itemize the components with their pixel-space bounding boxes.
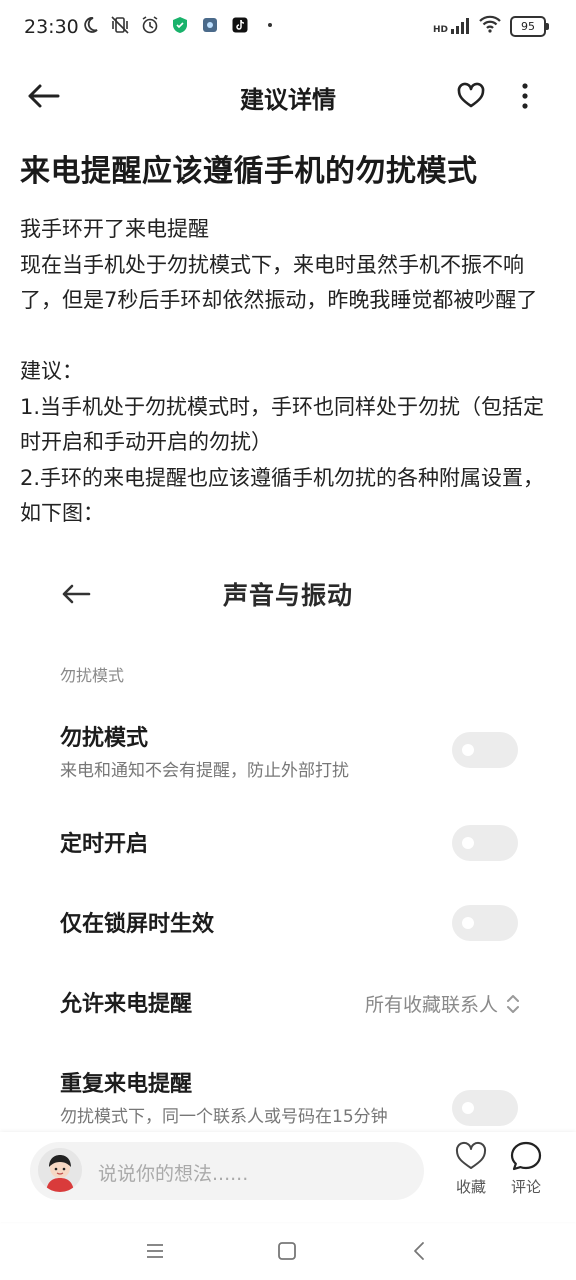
comment-label: 评论 [510,1178,541,1196]
status-right: HD 95 [433,14,549,38]
setting-title: 重复来电提醒 [60,1072,193,1097]
alarm-icon [140,15,160,35]
setting-subtitle: 勿扰模式下，同一个联系人或号码在15分钟 [60,1107,388,1127]
status-bar: 23:30 HD 95 [0,0,576,56]
bottom-bar: 说说你的想法...... 收藏 评论 [0,1132,576,1222]
favorite-action-button[interactable]: 收藏 [446,1140,496,1197]
shield-app-icon [170,15,190,35]
recent-apps-button[interactable] [138,1234,172,1268]
setting-row-allow-calls: 允许来电提醒 所有收藏联系人 [60,986,520,1018]
setting-title: 勿扰模式 [60,726,149,751]
embedded-title: 声音与振动 [222,581,353,610]
nav-back-button[interactable] [402,1234,436,1268]
status-time: 23:30 [24,16,79,38]
more-button[interactable] [510,76,540,116]
setting-title: 定时开启 [60,832,149,857]
setting-row-lockscreen: 仅在锁屏时生效 [60,905,520,941]
network-label: HD [432,25,448,35]
paragraph: 现在当手机处于勿扰模式下，来电时虽然手机不振不响了，但是7秒后手环却依然振动，昨… [20,252,538,313]
vibrate-off-icon [110,15,130,35]
dot-icon [260,15,280,35]
setting-value: 所有收藏联系人 [365,990,520,1017]
menu-icon [147,1244,163,1258]
setting-row-dnd: 勿扰模式 来电和通知不会有提醒，防止外部打扰 [60,720,520,781]
tiktok-icon [230,15,250,35]
system-nav-bar [0,1222,576,1280]
chat-bubble-icon [510,1141,542,1171]
comment-action-button[interactable]: 评论 [501,1140,551,1197]
setting-row-schedule: 定时开启 [60,825,520,861]
home-button[interactable] [270,1234,304,1268]
favorite-label: 收藏 [455,1178,486,1196]
embedded-screenshot: 声音与振动 勿扰模式 勿扰模式 来电和通知不会有提醒，防止外部打扰 定时开启 仅… [0,562,576,1132]
toggle-switch-off [452,1090,518,1126]
heart-icon [455,1141,487,1169]
setting-title: 仅在锁屏时生效 [60,912,215,937]
app-bar: 建议详情 [0,60,576,132]
toggle-switch-off [452,825,518,861]
favorite-button[interactable] [452,76,490,114]
setting-value-text: 所有收藏联系人 [364,994,498,1016]
setting-subtitle: 来电和通知不会有提醒，防止外部打扰 [60,761,349,781]
chevron-left-icon [414,1242,424,1260]
setting-row-repeat-calls: 重复来电提醒 勿扰模式下，同一个联系人或号码在15分钟 [60,1066,520,1127]
avatar [38,1148,82,1192]
toggle-switch-off [452,732,518,768]
battery-icon: 95 [510,15,549,37]
article-title: 来电提醒应该遵循手机的勿扰模式 [20,154,478,189]
comment-placeholder: 说说你的想法...... [98,1163,249,1185]
square-icon [278,1242,296,1260]
moon-icon [80,15,100,35]
paragraph: 2.手环的来电提醒也应该遵循手机勿扰的各种附属设置，如下图： [20,465,545,526]
chevron-updown-icon [507,994,519,1013]
article-body: 我手环开了来电提醒 现在当手机处于勿扰模式下，来电时虽然手机不振不响了，但是7秒… [20,212,560,532]
wifi-icon [478,14,502,38]
heart-icon [457,82,485,108]
more-vertical-icon [522,83,528,109]
status-icons [80,15,280,35]
signal-icon: HD [433,17,470,35]
paragraph: 1.当手机处于勿扰模式时，手环也同样处于勿扰（包括定时开启和手动开启的勿扰） [20,394,545,455]
section-header: 勿扰模式 [60,666,125,685]
app-icon [200,15,220,35]
toggle-switch-off [452,905,518,941]
comment-input[interactable]: 说说你的想法...... [30,1142,424,1200]
paragraph: 建议： [20,359,83,383]
paragraph: 我手环开了来电提醒 [20,217,209,241]
